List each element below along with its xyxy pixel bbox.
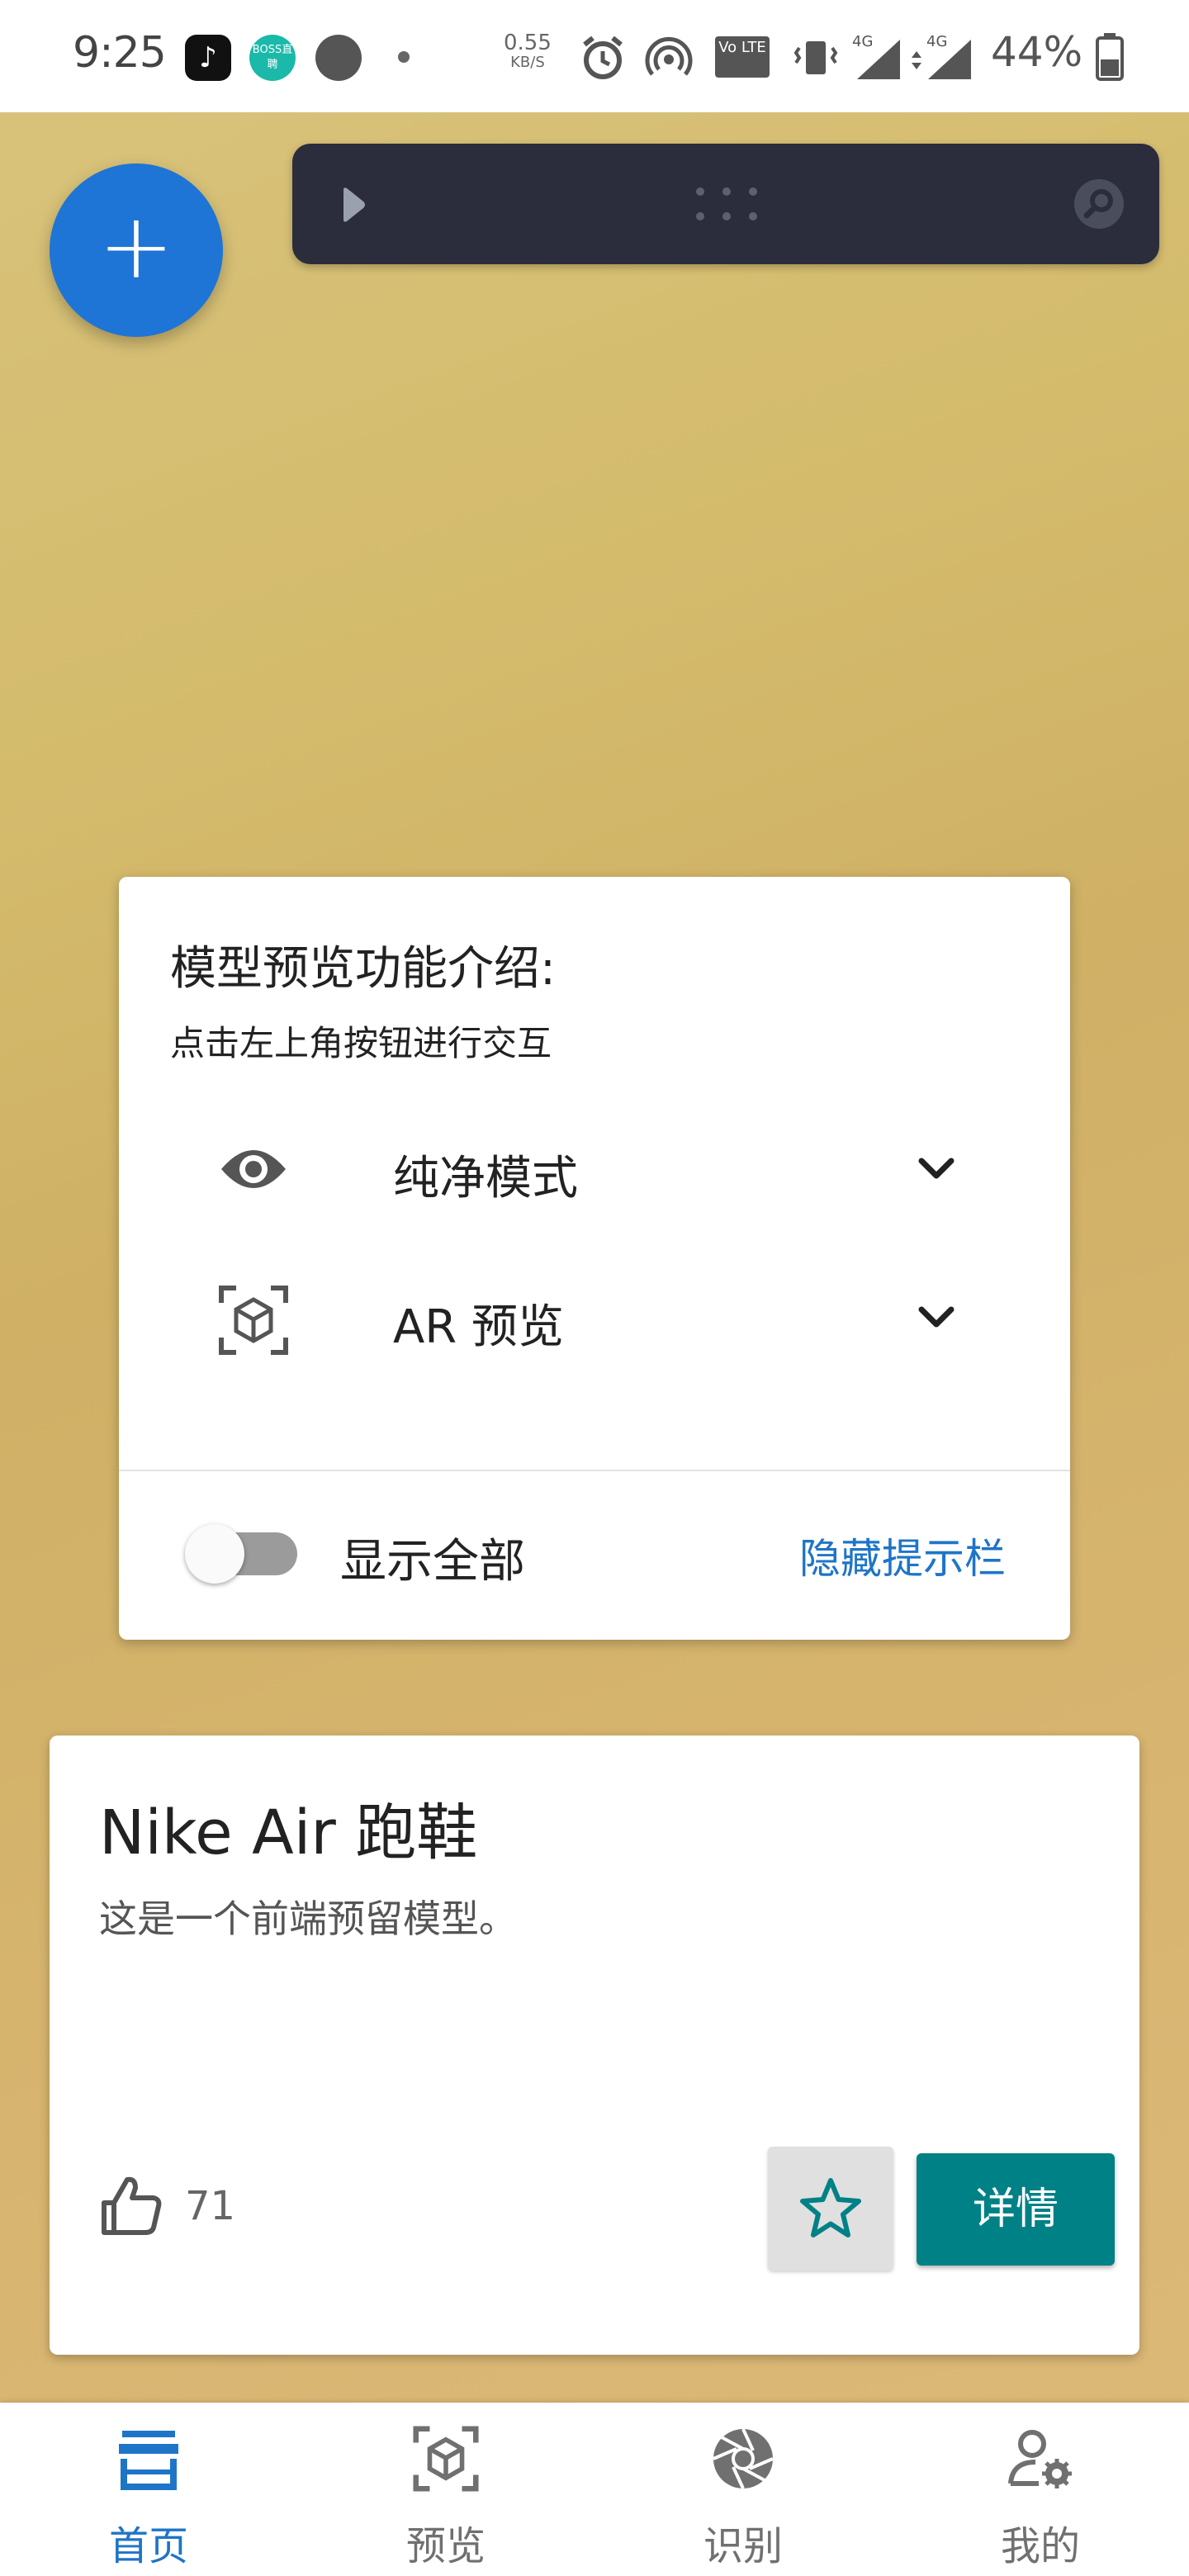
intro-title: 模型预览功能介绍:: [170, 942, 556, 996]
camera-shutter-icon: [713, 2428, 774, 2489]
hide-hint-link[interactable]: 隐藏提示栏: [799, 1526, 1006, 1585]
intro-item-clean-mode[interactable]: 纯净模式: [119, 1111, 1070, 1227]
hotspot-icon: [645, 36, 693, 76]
intro-subtitle: 点击左上角按钮进行交互: [170, 1023, 552, 1063]
network-speed-value: 0.55: [504, 31, 552, 55]
drag-handle-icon[interactable]: [694, 185, 760, 223]
tiktok-icon: ♪: [185, 35, 231, 81]
user-settings-icon: [1008, 2430, 1072, 2488]
vibrate-icon: [793, 41, 838, 74]
sim1-network-label: 4G: [852, 33, 873, 50]
intro-item-ar-preview[interactable]: AR 预览: [119, 1260, 1070, 1376]
play-icon[interactable]: [339, 187, 372, 223]
alarm-icon: [583, 36, 623, 79]
face-app-icon: [315, 35, 362, 81]
nav-item-profile[interactable]: 我的: [892, 2403, 1189, 2576]
favorite-button[interactable]: [768, 2147, 893, 2271]
bottom-navigation: 首页 预览 识别 我的: [0, 2403, 1189, 2576]
network-speed: 0.55 KB/S: [504, 31, 552, 73]
star-icon: [800, 2178, 861, 2237]
cube-scan-icon: [219, 1286, 288, 1355]
sim2-network-label: 4G: [926, 33, 947, 50]
store-icon: [119, 2431, 178, 2490]
nav-item-recognize[interactable]: 识别: [594, 2403, 892, 2576]
eye-icon: [221, 1150, 286, 1188]
signal-sim2-icon: 4G: [912, 33, 971, 79]
nav-label: 预览: [405, 2523, 486, 2569]
nav-label: 首页: [108, 2523, 188, 2569]
product-card: Nike Air 跑鞋 这是一个前端预留模型。 71 详情: [50, 1735, 1139, 2355]
network-speed-unit: KB/S: [510, 54, 545, 71]
intro-item-label: AR 预览: [393, 1300, 565, 1354]
product-title: Nike Air 跑鞋: [99, 1797, 478, 1868]
status-bar: 9:25 ♪ BOSS直聘 0.55 KB/S Vo LTE 4G 4G 44%: [0, 0, 1189, 112]
intro-item-label: 纯净模式: [393, 1152, 578, 1205]
notification-dot-icon: [398, 51, 410, 63]
viewer-toolbar[interactable]: [292, 144, 1159, 264]
like-count: 71: [185, 2183, 236, 2229]
nav-label: 识别: [703, 2523, 783, 2569]
signal-sim1-icon: 4G: [852, 33, 900, 79]
status-time: 9:25: [73, 28, 167, 78]
detail-button[interactable]: 详情: [917, 2153, 1115, 2266]
nav-label: 我的: [1000, 2523, 1080, 2569]
nav-item-preview[interactable]: 预览: [297, 2403, 594, 2576]
model-viewer-area[interactable]: + 模型预览功能介绍: 点击左上角按钮进行交互 纯净模式 AR 预览 显示全部 …: [0, 112, 1189, 2403]
toggle-knob: [185, 1524, 244, 1584]
show-all-toggle[interactable]: [185, 1524, 301, 1584]
boss-app-icon: BOSS直聘: [249, 35, 296, 81]
product-description: 这是一个前端预留模型。: [99, 1896, 517, 1941]
volte-icon: Vo LTE: [715, 36, 770, 78]
search-icon[interactable]: [1072, 177, 1126, 231]
thumbs-up-icon[interactable]: [99, 2173, 165, 2239]
chevron-down-icon[interactable]: [912, 1293, 961, 1342]
battery-icon: [1096, 33, 1124, 81]
cube-scan-icon: [413, 2426, 479, 2492]
feature-intro-card: 模型预览功能介绍: 点击左上角按钮进行交互 纯净模式 AR 预览 显示全部 隐藏…: [119, 877, 1070, 1640]
divider: [119, 1470, 1070, 1471]
battery-percentage: 44%: [991, 28, 1083, 76]
show-all-label: 显示全部: [340, 1535, 525, 1589]
nav-item-home[interactable]: 首页: [0, 2403, 297, 2576]
chevron-down-icon[interactable]: [912, 1144, 961, 1194]
add-button[interactable]: +: [50, 163, 223, 337]
